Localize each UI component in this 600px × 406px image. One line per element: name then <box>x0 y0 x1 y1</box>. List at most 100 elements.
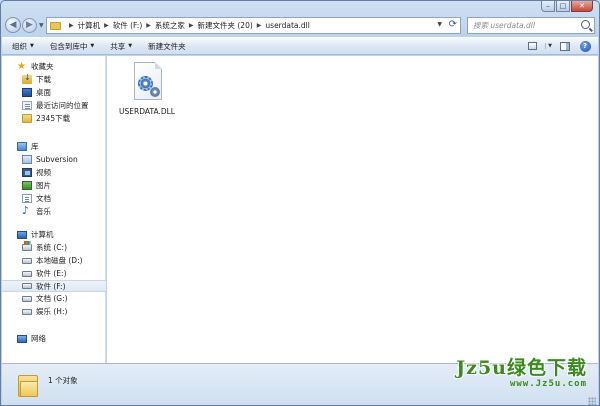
caret-down-icon: ▼ <box>90 43 95 49</box>
sidebar-item-videos[interactable]: 视频 <box>2 166 106 179</box>
sidebar-item-recent-places[interactable]: 最近访问的位置 <box>2 99 106 112</box>
star-icon: ★ <box>17 60 26 72</box>
chevron-right-icon[interactable]: ▶ <box>146 22 151 29</box>
gear-icon <box>150 87 160 97</box>
close-button[interactable]: ✕ <box>571 1 593 12</box>
video-icon <box>22 168 32 177</box>
breadcrumb-xitongzhijia[interactable]: 系统之家 <box>155 20 185 31</box>
sidebar-item-drive-f[interactable]: 软件 (F:) <box>2 280 106 292</box>
sidebar-item-music[interactable]: 音乐 <box>2 204 106 218</box>
file-list[interactable]: USERDATA.DLL <box>107 56 598 363</box>
chevron-right-icon[interactable]: ▶ <box>257 22 262 29</box>
desktop-icon <box>22 88 32 97</box>
breadcrumb-new-folder[interactable]: 新建文件夹 (20) <box>198 20 253 31</box>
new-folder-button[interactable]: 新建文件夹 <box>148 41 186 52</box>
network-icon <box>17 334 27 343</box>
libraries-group: 库 Subversion 视频 图片 文档 音乐 <box>2 140 106 218</box>
organize-button[interactable]: 组织 ▼ <box>12 41 34 52</box>
back-button[interactable]: ◀ <box>5 17 21 33</box>
drive-f-label: 软件 (F:) <box>36 281 66 291</box>
view-icon <box>527 42 537 50</box>
downloads-folder-icon <box>22 73 32 84</box>
sidebar-item-drive-e[interactable]: 软件 (E:) <box>2 267 106 280</box>
search-placeholder: 搜索 userdata.dll <box>473 21 535 30</box>
drive-h-label: 娱乐 (H:) <box>36 307 68 316</box>
hard-drive-icon <box>22 270 32 277</box>
chevron-right-icon[interactable]: ▶ <box>104 22 109 29</box>
videos-label: 视频 <box>36 168 51 177</box>
favorites-label: 收藏夹 <box>31 62 54 71</box>
folder-icon <box>50 21 61 30</box>
watermark-main-text: Jz5u绿色下载 <box>456 357 587 379</box>
breadcrumb-drive-f[interactable]: 软件 (F:) <box>113 20 143 31</box>
breadcrumb-computer[interactable]: 计算机 <box>78 20 101 31</box>
include-in-library-button[interactable]: 包含到库中 ▼ <box>50 41 94 52</box>
recent-pages-dropdown[interactable]: ▼ <box>39 22 44 29</box>
breadcrumb-userdata[interactable]: userdata.dll <box>265 21 309 30</box>
library-icon <box>17 142 27 151</box>
share-label: 共享 <box>110 41 126 51</box>
chevron-right-icon[interactable]: ▶ <box>69 22 74 29</box>
sidebar-item-subversion[interactable]: Subversion <box>2 153 106 166</box>
watermark-url: www.Jz5u.com <box>509 379 587 389</box>
music-label: 音乐 <box>36 207 51 216</box>
folder-icon <box>22 114 32 123</box>
preview-pane-icon <box>560 41 570 51</box>
address-bar[interactable]: ▶ 计算机 ▶ 软件 (F:) ▶ 系统之家 ▶ 新建文件夹 (20) ▶ us… <box>46 17 461 34</box>
hard-drive-icon <box>22 308 32 315</box>
maximize-button[interactable]: □ <box>556 1 570 12</box>
organize-label: 组织 <box>12 41 27 51</box>
pictures-label: 图片 <box>36 181 51 190</box>
chevron-right-icon[interactable]: ▶ <box>189 22 194 29</box>
sidebar-item-desktop[interactable]: 桌面 <box>2 86 106 99</box>
file-item-userdata-dll[interactable]: USERDATA.DLL <box>117 62 177 116</box>
toolbar-right: ▼ ? <box>525 40 592 52</box>
recent-places-label: 最近访问的位置 <box>36 101 89 110</box>
sidebar-item-network[interactable]: 网络 <box>2 332 106 345</box>
navigation-pane: ★ 收藏夹 下载 桌面 最近访问的位置 2345下载 库 Subversion 视… <box>2 56 106 363</box>
change-view-button[interactable] <box>525 40 539 52</box>
computer-label: 计算机 <box>31 230 54 239</box>
item-count: 1 个对象 <box>48 376 78 385</box>
search-input[interactable]: 搜索 userdata.dll <box>467 17 595 34</box>
search-icon[interactable] <box>581 20 590 29</box>
favorites-group: ★ 收藏夹 下载 桌面 最近访问的位置 2345下载 <box>2 60 106 125</box>
sidebar-item-drive-c[interactable]: 系统 (C:) <box>2 241 106 254</box>
help-icon: ? <box>579 40 591 52</box>
help-button[interactable]: ? <box>578 40 592 52</box>
sidebar-item-documents[interactable]: 文档 <box>2 192 106 205</box>
drive-d-label: 本地磁盘 (D:) <box>36 256 83 265</box>
dll-file-icon <box>130 62 164 104</box>
downloads-label: 下载 <box>36 75 51 84</box>
drive-c-label: 系统 (C:) <box>36 243 67 252</box>
refresh-icon[interactable]: ⟳ <box>449 19 457 30</box>
preview-pane-button[interactable] <box>558 40 572 52</box>
sidebar-item-pictures[interactable]: 图片 <box>2 179 106 192</box>
caret-down-icon: ▼ <box>30 43 34 49</box>
sidebar-item-downloads[interactable]: 下载 <box>2 73 106 86</box>
resize-grip[interactable] <box>588 397 596 405</box>
network-group: 网络 <box>2 332 106 345</box>
address-dropdown-icon[interactable]: ▼ <box>437 21 442 28</box>
forward-button[interactable]: ▶ <box>22 17 37 33</box>
computer-group: 计算机 系统 (C:) 本地磁盘 (D:) 软件 (E:) 软件 (F:) 文档… <box>2 228 106 318</box>
sidebar-item-2345-downloads[interactable]: 2345下载 <box>2 112 106 125</box>
share-button[interactable]: 共享 ▼ <box>110 41 132 52</box>
hard-drive-icon <box>22 257 32 264</box>
subversion-label: Subversion <box>36 155 78 164</box>
sidebar-item-computer[interactable]: 计算机 <box>2 228 106 241</box>
folder-icon <box>18 373 38 397</box>
documents-label: 文档 <box>36 194 51 203</box>
sidebar-item-drive-h[interactable]: 娱乐 (H:) <box>2 305 106 318</box>
hard-drive-icon <box>22 295 32 302</box>
minimize-button[interactable]: – <box>541 1 555 12</box>
sidebar-item-libraries[interactable]: 库 <box>2 140 106 153</box>
view-options-dropdown[interactable]: ▼ <box>545 43 552 49</box>
drive-g-label: 文档 (G:) <box>36 294 68 303</box>
hard-drive-icon <box>22 283 32 289</box>
computer-icon <box>17 230 27 239</box>
sidebar-item-favorites[interactable]: ★ 收藏夹 <box>2 60 106 73</box>
sidebar-item-drive-g[interactable]: 文档 (G:) <box>2 292 106 305</box>
document-icon <box>22 194 32 203</box>
sidebar-item-drive-d[interactable]: 本地磁盘 (D:) <box>2 254 106 267</box>
